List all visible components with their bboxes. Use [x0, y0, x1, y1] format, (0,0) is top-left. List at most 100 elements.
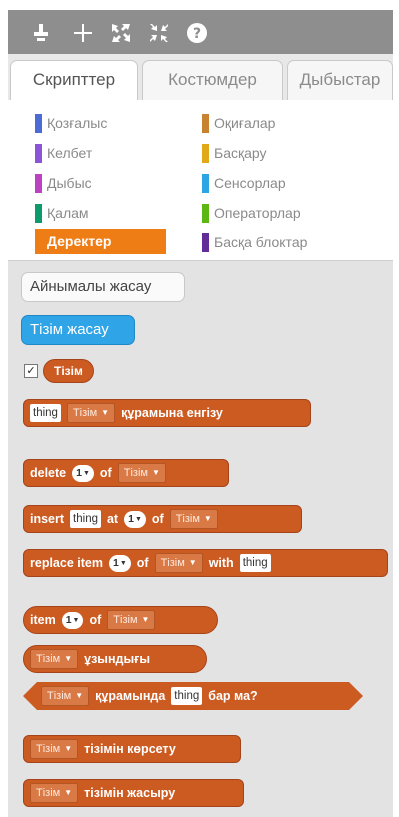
list-visibility-checkbox[interactable]: ✓ — [24, 364, 38, 378]
item-input[interactable]: thing — [171, 687, 202, 705]
category-label: Оқиғалар — [214, 115, 276, 131]
item-of-list-block[interactable]: item 1 ▼ of Тізім ▼ — [23, 606, 218, 634]
show-list-block[interactable]: Тізім ▼ тізімін көрсету — [23, 735, 241, 763]
category-data[interactable]: Деректер — [35, 229, 166, 254]
category-label: Қалам — [47, 205, 89, 221]
category-motion[interactable]: Қозғалыс — [35, 112, 170, 134]
list-contains-block[interactable]: Тізім ▼ құрамында thing бар ма? — [23, 682, 363, 710]
block-keyword: item — [30, 613, 56, 627]
list-dropdown[interactable]: Тізім ▼ — [107, 610, 156, 630]
block-keyword: of — [99, 466, 112, 480]
category-color-swatch — [202, 144, 209, 163]
block-keyword: insert — [30, 512, 65, 526]
shrink-icon[interactable] — [148, 22, 170, 44]
index-dropdown[interactable]: 1 ▼ — [61, 611, 84, 629]
block-text: құрамында — [95, 689, 166, 703]
list-dropdown[interactable]: Тізім ▼ — [30, 649, 79, 669]
length-of-list-block[interactable]: Тізім ▼ ұзындығы — [23, 645, 207, 673]
category-more-blocks[interactable]: Басқа блоктар — [202, 231, 362, 253]
tab-sounds[interactable]: Дыбыстар — [287, 60, 393, 100]
dropdown-label: Тізім — [36, 653, 61, 665]
item-input[interactable]: thing — [70, 510, 101, 528]
add-crosshair-icon[interactable] — [72, 22, 94, 44]
index-value: 1 — [112, 556, 119, 569]
category-looks[interactable]: Келбет — [35, 142, 170, 164]
dropdown-arrow-icon: ▼ — [119, 559, 127, 567]
dropdown-label: Тізім — [175, 513, 200, 525]
category-operators[interactable]: Операторлар — [202, 202, 362, 224]
category-label: Келбет — [47, 145, 93, 161]
block-keyword: with — [208, 556, 234, 570]
dropdown-arrow-icon: ▼ — [101, 408, 110, 417]
make-variable-button[interactable]: Айнымалы жасау — [21, 272, 185, 302]
dropdown-arrow-icon: ▼ — [134, 515, 142, 523]
index-value: 1 — [65, 613, 72, 626]
block-keyword: replace item — [30, 556, 103, 570]
category-label: Басқа блоктар — [214, 234, 308, 250]
list-dropdown[interactable]: Тізім ▼ — [41, 686, 89, 706]
index-dropdown[interactable]: 1 ▼ — [108, 554, 131, 572]
block-keyword: at — [106, 512, 119, 526]
category-control[interactable]: Басқару — [202, 142, 362, 164]
delete-from-list-block[interactable]: delete 1 ▼ of Тізім ▼ — [23, 459, 229, 487]
dropdown-arrow-icon: ▼ — [141, 615, 150, 624]
index-dropdown[interactable]: 1 ▼ — [124, 510, 146, 528]
dropdown-arrow-icon: ▼ — [72, 616, 80, 624]
duplicate-stamp-icon[interactable] — [30, 22, 52, 44]
item-input[interactable]: thing — [239, 554, 271, 572]
grow-icon[interactable] — [110, 22, 132, 44]
block-text: тізімін жасыру — [84, 786, 176, 800]
dropdown-arrow-icon: ▼ — [188, 558, 197, 567]
dropdown-arrow-icon: ▼ — [203, 514, 212, 523]
category-selector: Қозғалыс Оқиғалар Келбет Басқару Дыбыс С… — [8, 100, 393, 260]
category-label: Дыбыс — [47, 175, 92, 191]
tab-costumes[interactable]: Костюмдер — [142, 60, 283, 100]
category-events[interactable]: Оқиғалар — [202, 112, 362, 134]
insert-into-list-block[interactable]: insert thing at 1 ▼ of Тізім ▼ — [23, 505, 302, 533]
make-list-button[interactable]: Тізім жасау — [21, 315, 135, 345]
hide-list-block[interactable]: Тізім ▼ тізімін жасыру — [23, 779, 244, 807]
block-text: тізімін көрсету — [84, 742, 176, 756]
index-dropdown[interactable]: 1 ▼ — [72, 464, 94, 482]
dropdown-label: Тізім — [72, 407, 98, 419]
block-keyword: delete — [30, 466, 67, 480]
dropdown-arrow-icon: ▼ — [82, 469, 90, 477]
scratch-editor: ? Скрипттер Костюмдер Дыбыстар Қозғалыс … — [0, 0, 399, 817]
category-color-swatch — [202, 174, 209, 193]
list-dropdown[interactable]: Тізім ▼ — [154, 553, 203, 573]
block-text: құрамына енгізу — [121, 406, 223, 420]
category-color-swatch — [35, 114, 42, 133]
dropdown-label: Тізім — [113, 614, 138, 626]
block-keyword: of — [89, 613, 102, 627]
category-sensing[interactable]: Сенсорлар — [202, 172, 362, 194]
replace-item-block[interactable]: replace item 1 ▼ of Тізім ▼ with thing — [23, 549, 388, 577]
dropdown-arrow-icon: ▼ — [64, 654, 73, 663]
list-reporter-block[interactable]: Тізім — [43, 359, 94, 383]
svg-text:?: ? — [193, 26, 201, 42]
category-label: Операторлар — [214, 205, 301, 221]
category-color-swatch — [35, 204, 42, 223]
category-color-swatch — [202, 233, 209, 252]
category-sound[interactable]: Дыбыс — [35, 172, 170, 194]
add-to-list-block[interactable]: thing Тізім ▼ құрамына енгізу — [23, 399, 311, 427]
category-pen[interactable]: Қалам — [35, 202, 170, 224]
category-color-swatch — [35, 144, 42, 163]
index-value: 1 — [128, 512, 134, 525]
dropdown-label: Тізім — [123, 467, 148, 479]
category-label: Басқару — [214, 145, 267, 161]
list-dropdown[interactable]: Тізім ▼ — [66, 403, 116, 423]
help-icon[interactable]: ? — [186, 22, 208, 44]
list-dropdown[interactable]: Тізім ▼ — [117, 463, 166, 483]
item-input[interactable]: thing — [30, 404, 61, 422]
list-dropdown[interactable]: Тізім ▼ — [169, 509, 218, 529]
tab-scripts[interactable]: Скрипттер — [10, 60, 138, 101]
list-dropdown[interactable]: Тізім ▼ — [30, 739, 79, 759]
block-keyword: of — [136, 556, 149, 570]
dropdown-arrow-icon: ▼ — [64, 788, 73, 797]
dropdown-label: Тізім — [160, 557, 185, 569]
list-dropdown[interactable]: Тізім ▼ — [30, 783, 79, 803]
dropdown-arrow-icon: ▼ — [75, 691, 84, 700]
category-divider — [8, 260, 393, 261]
category-label: Сенсорлар — [214, 175, 286, 191]
index-value: 1 — [76, 466, 82, 479]
